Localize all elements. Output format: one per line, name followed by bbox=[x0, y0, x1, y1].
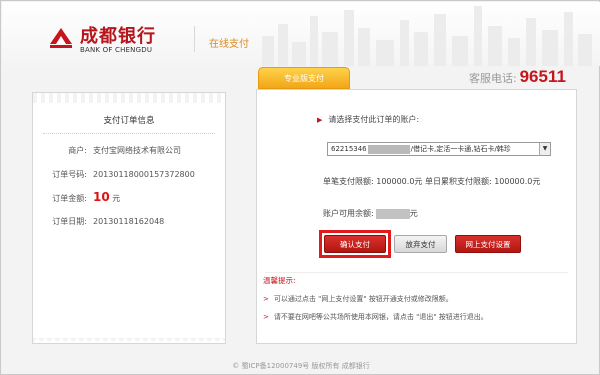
city-skyline-decoration bbox=[262, 6, 592, 66]
tip-text: 请不要在网吧等公共场所使用本网银，请点击 "退出" 按钮进行退出。 bbox=[273, 313, 488, 321]
chevron-right-icon: > bbox=[263, 295, 269, 303]
order-number-value: 2013011800015737280​0 bbox=[93, 170, 195, 179]
balance-unit: 元 bbox=[409, 209, 418, 218]
header-divider bbox=[194, 26, 195, 52]
order-amount-value: 10 bbox=[93, 190, 110, 204]
divider bbox=[265, 272, 568, 273]
order-info-panel: 支付订单信息 商户: 支付宝网络技术有限公司 订单号码: 2013011800015… bbox=[32, 92, 226, 344]
cancel-payment-button[interactable]: 放弃支付 bbox=[394, 235, 447, 253]
account-select[interactable]: 62215346/借记卡,定活一卡通,钻石卡/韩珍 ▼ bbox=[327, 142, 551, 156]
triangle-bullet-icon: ▶ bbox=[317, 116, 323, 124]
hotline-label: 客服电话: bbox=[469, 72, 517, 85]
confirm-payment-button[interactable]: 确认支付 bbox=[324, 235, 386, 253]
footer-copyright: © 蜀ICP备12000749号 版权所有 成都银行 bbox=[232, 362, 370, 370]
receipt-edge-decoration bbox=[33, 338, 225, 344]
divider bbox=[43, 133, 215, 134]
page-section-title: 在线支付 bbox=[209, 39, 249, 50]
merchant-value: 支付宝网络技术有限公司 bbox=[93, 146, 181, 155]
available-balance: 账户可用余额: 元 bbox=[323, 208, 418, 219]
merchant-label: 商户: bbox=[68, 146, 87, 155]
account-select-prompt-text: 请选择支付此订单的账户: bbox=[328, 115, 420, 124]
order-row-number: 订单号码: 2013011800015737280​0 bbox=[43, 169, 195, 180]
order-row-merchant: 商户: 支付宝网络技术有限公司 bbox=[43, 145, 181, 156]
account-card-type: /借记卡,定活一卡通,钻石卡/韩珍 bbox=[410, 145, 511, 153]
tips-title: 温馨提示: bbox=[263, 276, 296, 285]
masked-balance-value bbox=[375, 208, 410, 219]
customer-service-hotline: 客服电话: 96511 bbox=[469, 67, 566, 87]
tip-text: 可以通过点击 "网上支付设置" 按钮开通支付或修改限额。 bbox=[273, 295, 453, 303]
tip-item: > 请不要在网吧等公共场所使用本网银，请点击 "退出" 按钮进行退出。 bbox=[263, 312, 488, 322]
order-amount-label: 订单金额: bbox=[52, 194, 87, 203]
tab-professional-payment[interactable]: 专业版支付 bbox=[258, 67, 350, 89]
order-info-title: 支付订单信息 bbox=[103, 116, 155, 126]
header: 成都银行 BANK OF CHENGDU 在线支付 bbox=[2, 2, 600, 66]
bank-logo[interactable]: 成都银行 BANK OF CHENGDU bbox=[48, 22, 188, 58]
masked-account-digits bbox=[367, 144, 410, 154]
hotline-number: 96511 bbox=[519, 67, 566, 86]
online-payment-settings-button[interactable]: 网上支付设置 bbox=[455, 235, 521, 253]
payment-limits: 单笔支付限额: 100000.0元 单日累积支付限额: 100000.0元 bbox=[323, 177, 541, 186]
balance-label: 账户可用余额: bbox=[323, 209, 374, 218]
order-date-value: 20130118162048 bbox=[93, 217, 165, 226]
bank-name-en: BANK OF CHENGDU bbox=[80, 46, 153, 54]
order-date-label: 订单日期: bbox=[52, 217, 87, 226]
panel-top-band bbox=[33, 93, 225, 103]
chevron-right-icon: > bbox=[263, 313, 269, 321]
tip-item: > 可以通过点击 "网上支付设置" 按钮开通支付或修改限额。 bbox=[263, 294, 453, 304]
account-number-prefix: 62215346 bbox=[331, 145, 367, 153]
page-frame: 成都银行 BANK OF CHENGDU 在线支付 专业版支付 客服电话: 96… bbox=[0, 0, 600, 375]
order-number-label: 订单号码: bbox=[52, 170, 87, 179]
chevron-down-icon[interactable]: ▼ bbox=[539, 143, 550, 155]
bank-logo-icon bbox=[50, 28, 72, 48]
account-select-prompt: ▶ 请选择支付此订单的账户: bbox=[317, 114, 419, 125]
order-row-date: 订单日期: 20130118162048 bbox=[43, 216, 164, 227]
bank-name-cn: 成都银行 bbox=[80, 26, 156, 47]
order-amount-unit: 元 bbox=[112, 194, 121, 203]
payment-panel: ▶ 请选择支付此订单的账户: 62215346/借记卡,定活一卡通,钻石卡/韩珍 … bbox=[256, 89, 577, 344]
order-row-amount: 订单金额: 10 元 bbox=[43, 190, 120, 204]
